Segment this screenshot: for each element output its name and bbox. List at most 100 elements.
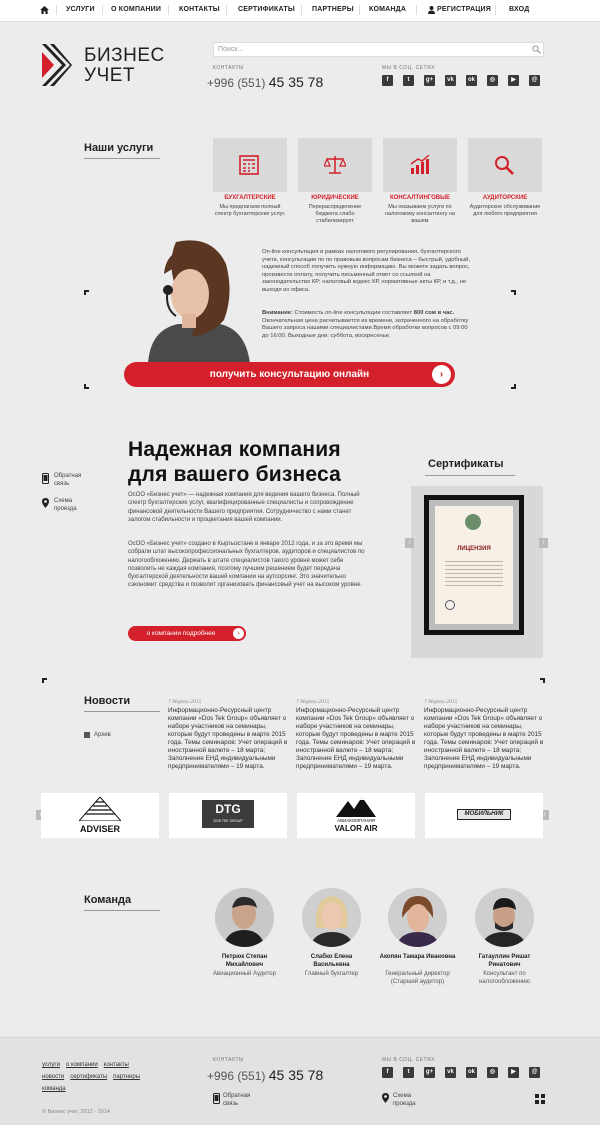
nav-services[interactable]: УСЛУГИ [66,6,95,13]
youtube-icon[interactable]: ▶ [508,75,519,86]
vk-icon[interactable]: vk [445,75,456,86]
certificates-title: Сертификаты [428,458,504,470]
service-card-accounting[interactable] [213,138,287,192]
avatar[interactable] [475,888,534,947]
instagram-icon[interactable]: ◎ [487,1067,498,1078]
consult-note-label: Внимание: [262,310,293,316]
vk-icon[interactable]: vk [445,1067,456,1078]
footer-link-team[interactable]: команда [42,1086,66,1092]
phone-prefix: +996 (551) [207,1069,266,1083]
company-paragraph-2: ОсОО «Бизнес учет» создано в Кыргызстане… [128,541,365,589]
google-plus-icon[interactable]: g+ [424,1067,435,1078]
home-icon[interactable] [40,6,49,14]
news-item-2[interactable]: Информационно-Ресурсный центр компании «… [296,707,416,774]
partner-adviser[interactable]: ADVISER [41,793,159,838]
frame-corner [511,384,516,389]
certificate-prev-button[interactable]: ‹ [405,538,414,548]
phone-number[interactable]: +996 (551) 45 35 78 [207,74,323,90]
service-name-accounting[interactable]: БУХГАЛТЕРСКИЕ [213,195,287,201]
twitter-icon[interactable]: t [403,1067,414,1078]
avatar[interactable] [215,888,274,947]
service-name-legal[interactable]: ЮРИДИЧЕСКИЕ [298,195,372,201]
emblem-icon [465,514,481,530]
team-title-underline [84,910,160,911]
nav-login[interactable]: ВХОД [509,6,529,13]
certificate-next-button[interactable]: › [539,538,548,548]
footer-social-links: f t g+ vk ok ◎ ▶ @ [382,1067,552,1079]
avatar[interactable] [388,888,447,947]
partner-valor-air[interactable]: АВИАКОМПАНИЯ VALOR AIR [297,793,415,838]
news-date: 7 Марта 2015 [424,699,458,705]
footer-contacts-label: КОНТАКТЫ [213,1057,244,1063]
footer-link-certificates[interactable]: сертификаты [70,1074,107,1080]
team-member-role: Авиационный Аудитор [213,971,276,977]
nav-team[interactable]: КОМАНДА [369,6,406,13]
service-card-audit[interactable] [468,138,542,192]
nav-about[interactable]: О КОМПАНИИ [111,6,161,13]
frame-corner [540,678,545,683]
nav-contacts[interactable]: КОНТАКТЫ [179,6,220,13]
consult-note-text1: Стоимость on-line консультации составляе… [294,310,413,316]
search-icon[interactable] [532,45,541,54]
odnoklassniki-icon[interactable]: ok [466,1067,477,1078]
service-card-consulting[interactable] [383,138,457,192]
nav-certificates[interactable]: СЕРТИФИКАТЫ [238,6,295,13]
magnifier-icon [495,156,514,175]
youtube-icon[interactable]: ▶ [508,1067,519,1078]
team-member-name: Гатауллин Ришат Ринатович [478,954,531,968]
news-title: Новости [84,695,131,707]
phone-main: 45 35 78 [268,74,324,90]
get-consultation-label: получить консультацию онлайн [209,369,370,380]
about-more-label: о компании подробнее [146,630,216,637]
frame-corner [511,290,516,295]
archive-link[interactable]: Архив [94,731,111,739]
footer-link-services[interactable]: услуги [42,1062,60,1068]
footer-link-partners[interactable]: партнеры [113,1074,140,1080]
certificate-frame[interactable]: ЛИЦЕНЗИЯ [424,495,524,635]
copyright: © Бизнес учет, 2012 - 2014 [42,1109,110,1115]
moimir-icon[interactable]: @ [529,1067,540,1078]
odnoklassniki-icon[interactable]: ok [466,75,477,86]
company-paragraph-1: ОсОО «Бизнес учет» — надежная компания д… [128,492,360,523]
service-name-audit[interactable]: АУДИТОРСКИЕ [468,195,542,201]
instagram-icon[interactable]: ◎ [487,75,498,86]
footer-link-about[interactable]: о компании [66,1062,98,1068]
twitter-icon[interactable]: t [403,75,414,86]
search-input[interactable]: Поиск... [213,42,544,57]
moimir-icon[interactable]: @ [529,75,540,86]
facebook-icon[interactable]: f [382,75,393,86]
map-link[interactable]: Схема проезда [54,497,90,513]
service-desc-consulting: Мы оказываем услуги по налоговому консал… [384,204,455,224]
google-plus-icon[interactable]: g+ [424,75,435,86]
news-date: 7 Марта 2015 [168,699,202,705]
get-consultation-button[interactable]: получить консультацию онлайн › [124,362,455,387]
service-name-consulting[interactable]: КОНСАЛТИНГОВЫЕ [383,195,457,201]
nav-partners[interactable]: ПАРТНЕРЫ [312,6,354,13]
partner-sub: DOS TEK GROUP [213,819,243,823]
footer: услуги о компании контакты новости серти… [0,1037,600,1125]
news-item-1[interactable]: Информационно-Ресурсный центр компании «… [168,707,288,774]
footer-feedback-link[interactable]: Обратная связь [223,1092,259,1108]
facebook-icon[interactable]: f [382,1067,393,1078]
partner-mobilnik[interactable]: МОБИЛЬНИК [425,793,543,838]
certificates-title-underline [425,475,515,476]
news-item-3[interactable]: Информационно-Ресурсный центр компании «… [424,707,544,774]
avatar[interactable] [302,888,361,947]
footer-map-link[interactable]: Схема проезда [393,1092,429,1108]
service-desc-legal: Перераспределение бюджета слабо стабилиз… [308,204,362,224]
service-card-legal[interactable] [298,138,372,192]
about-more-button[interactable]: о компании подробнее › [128,626,246,641]
team-member-name: Слабко Елена Васильевна [310,954,353,968]
stamp-icon [445,600,455,610]
nav-register[interactable]: РЕГИСТРАЦИЯ [437,6,491,13]
partner-dtg[interactable]: DTG DOS TEK GROUP [169,793,287,838]
footer-phone[interactable]: +996 (551) 45 35 78 [207,1067,323,1083]
consult-note-price: 800 сом в час. [413,310,455,316]
grid-icon[interactable] [535,1094,545,1104]
archive-icon [84,732,90,738]
top-navigation: УСЛУГИ О КОМПАНИИ КОНТАКТЫ СЕРТИФИКАТЫ П… [0,0,600,22]
footer-link-contacts[interactable]: контакты [104,1062,129,1068]
scales-icon [324,156,346,174]
feedback-link[interactable]: Обратная связь [54,472,90,488]
footer-link-news[interactable]: новости [42,1074,64,1080]
